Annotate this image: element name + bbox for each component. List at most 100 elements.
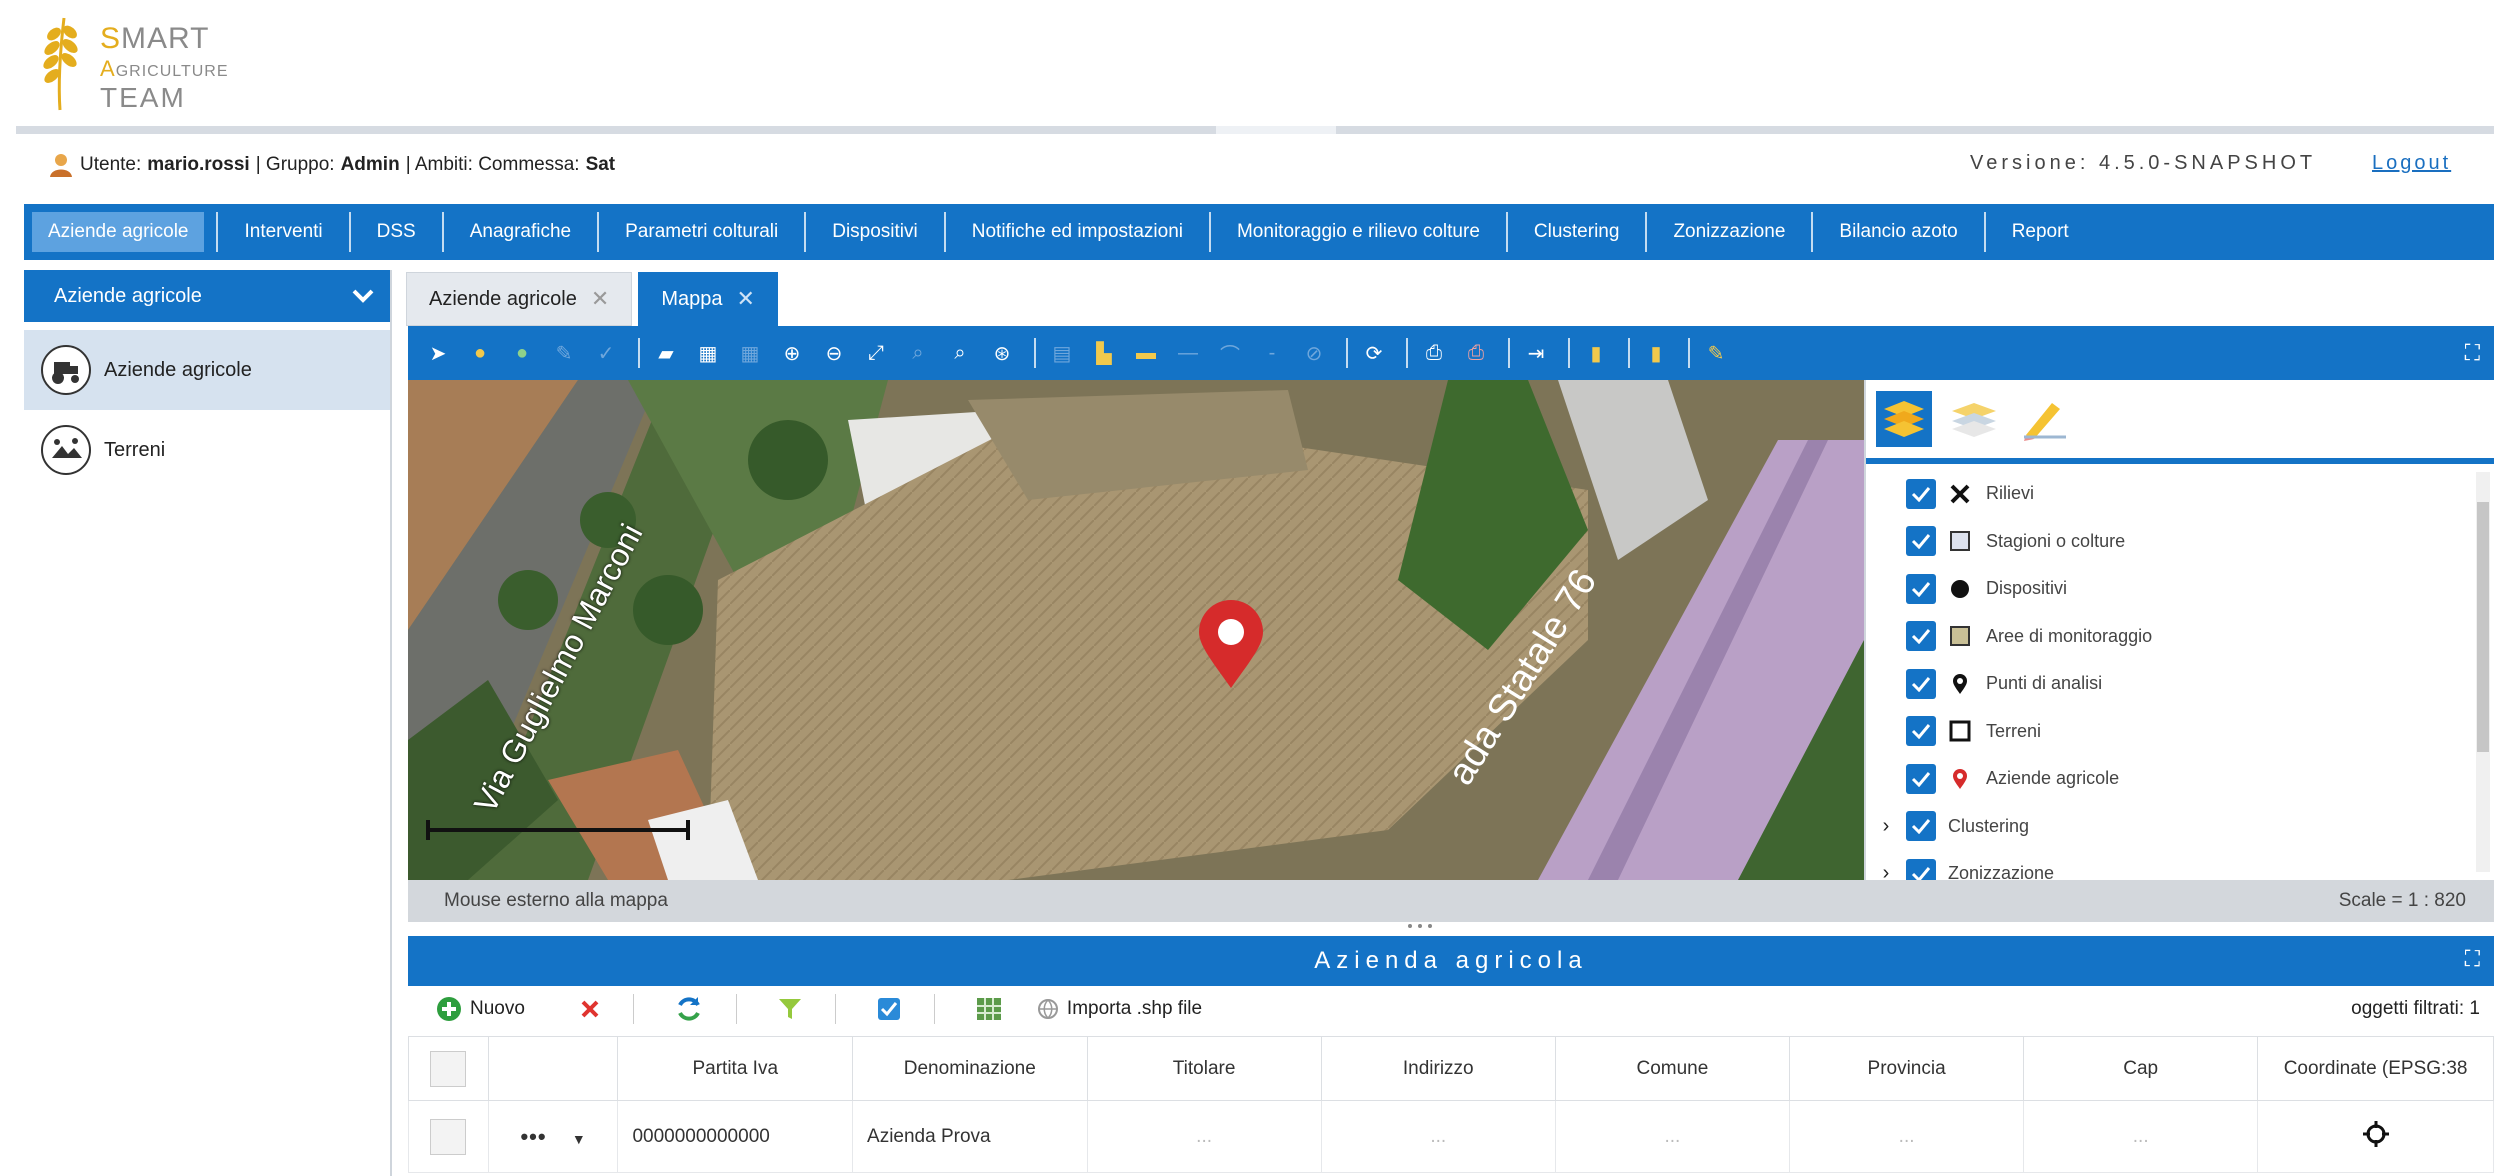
cell-partita-iva: 0000000000000 bbox=[617, 1100, 854, 1173]
filter-button[interactable] bbox=[777, 996, 803, 1022]
menu-item-dispositivi[interactable]: Dispositivi bbox=[806, 212, 946, 252]
close-icon[interactable]: ✕ bbox=[736, 286, 754, 312]
layers-icon[interactable]: ▮ bbox=[1638, 335, 1674, 371]
menu-item-bilancio-azoto[interactable]: Bilancio azoto bbox=[1813, 212, 1986, 252]
zoom-selection-icon[interactable]: ⌕ bbox=[942, 335, 978, 371]
zoom-in-icon[interactable]: ⊕ bbox=[774, 335, 810, 371]
menu-item-notifiche[interactable]: Notifiche ed impostazioni bbox=[946, 212, 1211, 252]
logo-text: SMART AGRICULTURE TEAM bbox=[100, 22, 229, 113]
pan-icon[interactable]: ▰ bbox=[648, 335, 684, 371]
layer-label: Stagioni o colture bbox=[1986, 530, 2126, 551]
zoom-extent-icon[interactable]: ⤢ bbox=[858, 335, 894, 371]
menu-item-clustering[interactable]: Clustering bbox=[1508, 212, 1648, 252]
select-all-button[interactable] bbox=[876, 996, 902, 1022]
menu-item-anagrafiche[interactable]: Anagrafiche bbox=[444, 212, 600, 252]
export-button[interactable] bbox=[975, 996, 1003, 1022]
fullscreen-icon[interactable]: ⛶ bbox=[2465, 340, 2480, 366]
new-label: Nuovo bbox=[470, 998, 525, 1019]
sidebar-item-terreni[interactable]: Terreni bbox=[24, 410, 390, 490]
column-denominazione[interactable]: Denominazione bbox=[852, 1036, 1088, 1101]
area-icon: ⌒ bbox=[1220, 344, 1240, 367]
table-header-row: Partita Iva Denominazione Titolare Indir… bbox=[408, 1036, 2494, 1101]
delete-button[interactable] bbox=[579, 998, 601, 1020]
layer-label: Aree di monitoraggio bbox=[1986, 625, 2153, 646]
resize-handle[interactable] bbox=[1380, 922, 1460, 930]
layer-checkbox[interactable] bbox=[1906, 573, 1936, 604]
refresh-icon[interactable]: ⟳ bbox=[1356, 335, 1392, 371]
chevron-right-icon[interactable]: › bbox=[1866, 815, 1906, 838]
menu-item-monitoraggio[interactable]: Monitoraggio e rilievo colture bbox=[1211, 212, 1508, 252]
new-button[interactable]: Nuovo bbox=[436, 996, 525, 1022]
more-icon[interactable]: ••• bbox=[520, 1124, 546, 1149]
header-checkbox[interactable] bbox=[430, 1050, 467, 1087]
print-icon[interactable]: ⎙ bbox=[1416, 335, 1452, 371]
import-label: Importa .shp file bbox=[1066, 998, 1203, 1019]
layer-checkbox[interactable] bbox=[1906, 763, 1936, 794]
note-icon[interactable]: ▮ bbox=[1578, 335, 1614, 371]
layer-checkbox[interactable] bbox=[1906, 811, 1936, 842]
map-view[interactable]: Via Guglielmo Marconi ada Statale 76 bbox=[408, 380, 1864, 880]
menu-item-zonizzazione[interactable]: Zonizzazione bbox=[1647, 212, 1814, 252]
ruler-icon[interactable]: ▬ bbox=[1128, 335, 1164, 371]
crosshair-icon[interactable] bbox=[2362, 1120, 2390, 1148]
layer-checkbox[interactable] bbox=[1906, 478, 1936, 509]
layer-checkbox[interactable] bbox=[1906, 526, 1936, 557]
fullscreen-icon[interactable]: ⛶ bbox=[2465, 946, 2480, 972]
filter-icon bbox=[778, 999, 801, 1019]
globe-search-icon[interactable]: ● bbox=[504, 335, 540, 371]
layer-scrollbar[interactable] bbox=[2476, 472, 2490, 872]
map-marker-icon[interactable] bbox=[1196, 600, 1266, 690]
column-coordinate[interactable]: Coordinate (EPSG:38 bbox=[2257, 1036, 2494, 1101]
legend-tab[interactable] bbox=[2016, 391, 2072, 447]
close-icon[interactable]: ✕ bbox=[591, 286, 609, 312]
sidebar-header[interactable]: Aziende agricole bbox=[24, 270, 390, 322]
column-comune[interactable]: Comune bbox=[1554, 1036, 1791, 1101]
sidebar-item-aziende-agricole[interactable]: Aziende agricole bbox=[24, 330, 390, 410]
globe-icon bbox=[1037, 999, 1058, 1019]
menu-item-dss[interactable]: DSS bbox=[351, 212, 444, 252]
table-row[interactable]: ••• ▼ 0000000000000 Azienda Prova ... ..… bbox=[408, 1100, 2494, 1173]
zoom-out-icon[interactable]: ⊖ bbox=[816, 335, 852, 371]
column-indirizzo[interactable]: Indirizzo bbox=[1320, 1036, 1556, 1101]
layer-checkbox[interactable] bbox=[1906, 621, 1936, 652]
menu-item-interventi[interactable]: Interventi bbox=[216, 212, 351, 252]
layer-measure-icon[interactable]: ▙ bbox=[1086, 335, 1122, 371]
layer-checkbox[interactable] bbox=[1906, 668, 1936, 699]
logout-link[interactable]: Logout bbox=[2372, 152, 2451, 175]
layer-row-stagioni: Stagioni o colture bbox=[1866, 518, 2494, 566]
column-cap[interactable]: Cap bbox=[2023, 1036, 2259, 1101]
column-partita-iva[interactable]: Partita Iva bbox=[617, 1036, 854, 1101]
print-pdf-icon[interactable]: ⎙ bbox=[1458, 335, 1494, 371]
tab-aziende-agricole[interactable]: Aziende agricole ✕ bbox=[406, 272, 633, 326]
column-provincia[interactable]: Provincia bbox=[1788, 1036, 2025, 1101]
column-titolare[interactable]: Titolare bbox=[1086, 1036, 1322, 1101]
mouse-status: Mouse esterno alla mappa bbox=[444, 890, 668, 911]
calculator-icon[interactable]: ▦ bbox=[690, 335, 726, 371]
menu-item-parametri-colturali[interactable]: Parametri colturali bbox=[599, 212, 807, 252]
draw-icon[interactable]: ✎ bbox=[1698, 335, 1734, 371]
layers-tab[interactable] bbox=[1876, 391, 1932, 447]
tab-label: Mappa bbox=[661, 287, 723, 310]
globe-info-icon[interactable]: ● bbox=[462, 335, 498, 371]
sidebar-title: Aziende agricole bbox=[54, 284, 202, 307]
layer-row-terreni: Terreni bbox=[1866, 708, 2494, 756]
pointer-icon[interactable]: ➤ bbox=[420, 335, 456, 371]
row-checkbox[interactable] bbox=[430, 1118, 467, 1155]
import-shp-button[interactable]: Importa .shp file bbox=[1037, 998, 1202, 1020]
caret-down-icon[interactable]: ▼ bbox=[572, 1131, 586, 1147]
layers-list-icon bbox=[1952, 403, 1996, 437]
add-column-icon[interactable]: ⇥ bbox=[1518, 335, 1554, 371]
locate-icon[interactable]: ⊛ bbox=[984, 335, 1020, 371]
refresh-button[interactable] bbox=[674, 995, 704, 1023]
menu-item-aziende-agricole[interactable]: Aziende agricole bbox=[32, 212, 205, 252]
tab-mappa[interactable]: Mappa ✕ bbox=[638, 272, 778, 326]
select-column-header[interactable] bbox=[408, 1036, 489, 1101]
layer-checkbox[interactable] bbox=[1906, 716, 1936, 747]
data-table: Partita Iva Denominazione Titolare Indir… bbox=[408, 1036, 2494, 1173]
layers-list-tab[interactable] bbox=[1946, 391, 2002, 447]
edit-icon: ✎ bbox=[555, 342, 573, 365]
sidebar: Aziende agricole Aziende agricole Terren… bbox=[24, 270, 392, 1176]
wheat-icon bbox=[43, 17, 78, 111]
menu-item-report[interactable]: Report bbox=[1986, 212, 2095, 252]
square-icon bbox=[1948, 529, 1972, 553]
